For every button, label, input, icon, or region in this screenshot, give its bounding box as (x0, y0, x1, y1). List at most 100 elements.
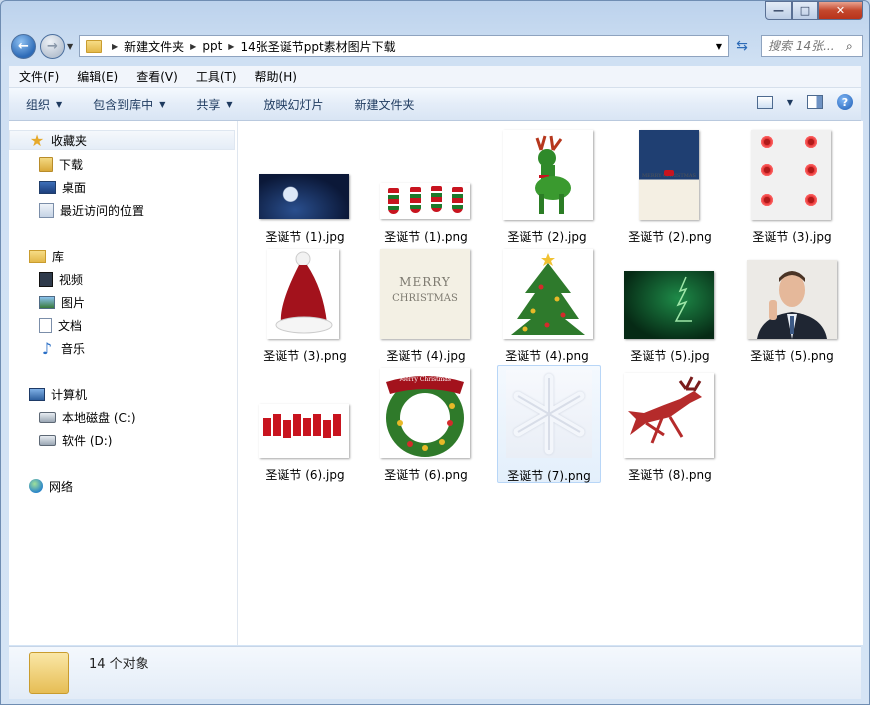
nav-pictures[interactable]: 图片 (39, 292, 85, 312)
recent-pages-dropdown-icon[interactable]: ▼ (67, 42, 73, 51)
organize-button[interactable]: 组织 ▼ (9, 96, 76, 113)
file-item-selected[interactable]: 圣诞节 (7).png (497, 365, 601, 483)
stocking-icon (410, 187, 421, 213)
computer-icon (29, 387, 45, 401)
chevron-right-icon[interactable]: ▶ (112, 42, 118, 51)
recent-places-icon (39, 202, 54, 218)
file-item[interactable]: MERRY CHRISTMAS 圣诞节 (2).png (620, 127, 720, 244)
file-name: 圣诞节 (7).png (507, 469, 591, 483)
refresh-icon[interactable]: ⇆ (731, 35, 753, 57)
nav-recent[interactable]: 最近访问的位置 (39, 200, 144, 220)
wreath-banner-text: Merry Christmas (399, 376, 451, 383)
file-name: 圣诞节 (3).png (263, 349, 347, 363)
menu-edit[interactable]: 编辑(E) (67, 68, 126, 85)
nav-network[interactable]: 网络 (29, 476, 73, 496)
view-dropdown-icon[interactable]: ▼ (787, 98, 793, 107)
file-item[interactable]: 圣诞节 (4).png (497, 246, 597, 363)
menu-file[interactable]: 文件(F) (9, 68, 67, 85)
caption-buttons: — □ ✕ (765, 1, 863, 20)
file-item[interactable]: 圣诞节 (8).png (620, 365, 720, 482)
search-icon[interactable]: ⌕ (846, 39, 853, 54)
file-name: 圣诞节 (6).jpg (265, 468, 345, 482)
help-icon[interactable]: ? (837, 94, 853, 110)
nav-label: 桌面 (62, 180, 87, 195)
share-label: 共享 (196, 97, 221, 112)
file-thumbnail (624, 271, 714, 339)
desktop-icon (39, 180, 56, 194)
preview-pane-icon[interactable] (807, 95, 823, 109)
nav-downloads[interactable]: 下载 (39, 154, 83, 174)
menu-view[interactable]: 查看(V) (126, 68, 186, 85)
file-item[interactable]: Merry Christmas 圣诞节 (6).png (376, 365, 476, 482)
file-item[interactable]: MERRY CHRISTMAS 圣诞节 (4).jpg (376, 246, 476, 363)
file-thumbnail (267, 249, 339, 339)
close-button[interactable]: ✕ (818, 1, 863, 20)
forward-button[interactable]: → (40, 34, 65, 59)
new-folder-button[interactable]: 新建文件夹 (338, 96, 429, 113)
file-item[interactable]: 圣诞节 (3).png (255, 246, 355, 363)
chevron-right-icon[interactable]: ▶ (228, 42, 234, 51)
breadcrumb-item[interactable]: 14张圣诞节ppt素材图片下载 (240, 38, 395, 55)
file-item[interactable]: 圣诞节 (6).jpg (255, 365, 355, 482)
file-name: 圣诞节 (5).jpg (630, 349, 710, 363)
menu-help[interactable]: 帮助(H) (245, 68, 305, 85)
nav-music[interactable]: ♪ 音乐 (39, 338, 85, 358)
stocking-icon (388, 188, 399, 214)
santa-hat-icon (275, 251, 333, 334)
nav-label: 软件 (D:) (62, 433, 113, 448)
merry-text: MERRY (399, 275, 451, 289)
businessman-icon (757, 271, 827, 339)
nav-documents[interactable]: 文档 (39, 315, 82, 335)
address-bar[interactable]: ▶ 新建文件夹 ▶ ppt ▶ 14张圣诞节ppt素材图片下载 ▼ (79, 35, 729, 57)
nav-computer[interactable]: 计算机 (29, 384, 87, 404)
nav-desktop[interactable]: 桌面 (39, 177, 86, 197)
menu-bar: 文件(F) 编辑(E) 查看(V) 工具(T) 帮助(H) (9, 66, 861, 88)
breadcrumb-item[interactable]: ppt (202, 39, 222, 53)
nav-label: 计算机 (51, 387, 88, 402)
bow-icon (803, 136, 819, 148)
file-item[interactable]: 圣诞节 (3).jpg (742, 127, 842, 244)
green-tree-outline-icon (674, 276, 692, 322)
share-button[interactable]: 共享 ▼ (179, 96, 246, 113)
nav-label: 音乐 (61, 341, 86, 356)
file-item[interactable]: 圣诞节 (5).jpg (620, 246, 720, 363)
file-name: 圣诞节 (1).png (384, 230, 468, 244)
nav-favorites[interactable]: ★ 收藏夹 (9, 130, 235, 150)
maximize-button[interactable]: □ (792, 1, 818, 20)
file-item[interactable]: 圣诞节 (1).jpg (255, 127, 355, 244)
slideshow-button[interactable]: 放映幻灯片 (247, 96, 338, 113)
minimize-button[interactable]: — (765, 1, 792, 20)
bow-icon (803, 164, 819, 176)
nav-drive-c[interactable]: 本地磁盘 (C:) (39, 407, 136, 427)
hard-drive-icon (39, 434, 56, 446)
file-name: 圣诞节 (8).png (628, 468, 712, 482)
file-name: 圣诞节 (6).png (384, 468, 468, 482)
document-icon (39, 317, 52, 333)
nav-label: 收藏夹 (51, 133, 88, 148)
menu-tools[interactable]: 工具(T) (186, 68, 245, 85)
include-in-library-button[interactable]: 包含到库中 ▼ (76, 96, 179, 113)
chevron-down-icon: ▼ (159, 99, 166, 109)
nav-label: 库 (52, 249, 65, 264)
address-dropdown-icon[interactable]: ▼ (716, 42, 722, 51)
back-button[interactable]: ← (11, 34, 36, 59)
topiary-reindeer-icon (535, 135, 571, 214)
navigation-pane: ★ 收藏夹 下载 桌面 最近访问的位置 库 视频 图片 文档 ♪ 音乐 计算机 … (9, 121, 238, 645)
search-input[interactable] (762, 38, 846, 54)
breadcrumb-item[interactable]: 新建文件夹 (124, 38, 184, 55)
file-item[interactable]: 圣诞节 (2).jpg (497, 127, 597, 244)
file-name: 圣诞节 (4).jpg (386, 349, 466, 363)
nav-libraries[interactable]: 库 (29, 246, 64, 266)
nav-drive-d[interactable]: 软件 (D:) (39, 430, 112, 450)
video-icon (39, 271, 53, 287)
file-item[interactable]: 圣诞节 (1).png (376, 127, 476, 244)
file-thumbnail: MERRY CHRISTMAS (380, 249, 470, 339)
change-view-icon[interactable] (756, 95, 773, 109)
file-item[interactable]: 圣诞节 (5).png (742, 246, 842, 363)
search-box[interactable]: ⌕ (761, 35, 863, 57)
organize-label: 组织 (26, 97, 51, 112)
nav-videos[interactable]: 视频 (39, 269, 83, 289)
stocking-icon (431, 186, 442, 212)
file-name: 圣诞节 (1).jpg (265, 230, 345, 244)
chevron-right-icon[interactable]: ▶ (190, 42, 196, 51)
